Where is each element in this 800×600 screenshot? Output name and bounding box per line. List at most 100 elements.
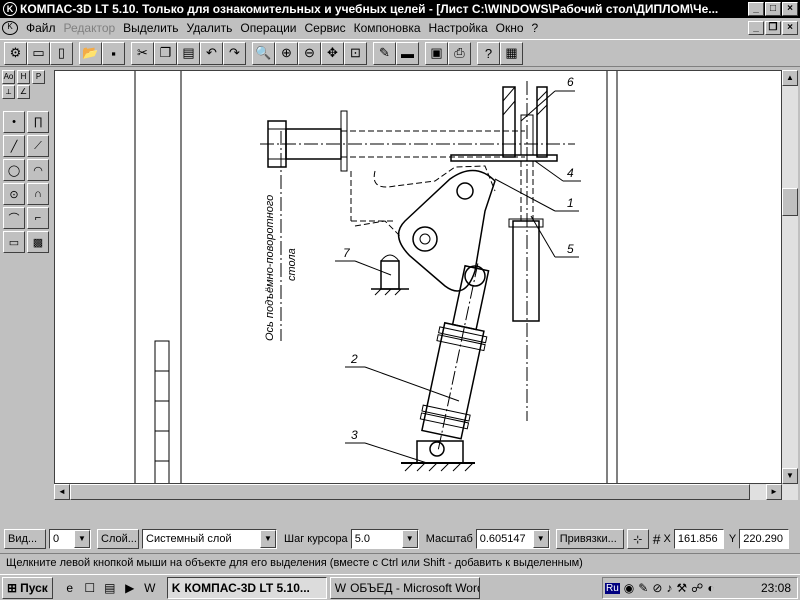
browser-icon[interactable]: e — [61, 579, 79, 597]
callout-2: 2 — [350, 352, 358, 366]
minimize-button[interactable]: _ — [748, 2, 764, 16]
clip-icon[interactable]: ⊘ — [652, 581, 662, 595]
kompas-icon[interactable]: K — [3, 2, 17, 16]
pan-icon[interactable]: ✥ — [321, 41, 344, 65]
menu-help[interactable]: ? — [528, 21, 543, 35]
tab-edit[interactable]: ∠ — [17, 85, 30, 99]
doc-restore-button[interactable]: ❐ — [765, 21, 781, 35]
network-icon[interactable]: ☍ — [691, 581, 703, 595]
pen-icon[interactable]: ✎ — [638, 581, 648, 595]
new-document-icon[interactable]: ▭ — [27, 41, 50, 65]
explorer-icon[interactable]: ▤ — [101, 579, 119, 597]
spline-tool-icon[interactable]: ∩ — [27, 183, 49, 205]
context-help-icon[interactable]: ? — [477, 41, 500, 65]
view-select[interactable]: 0 ▼ — [49, 529, 91, 549]
point-tool-icon[interactable]: • — [3, 111, 25, 133]
new-sheet-icon[interactable]: ▯ — [50, 41, 73, 65]
copy-icon[interactable]: ❐ — [154, 41, 177, 65]
word-icon[interactable]: W — [141, 579, 159, 597]
vertical-scroll-thumb[interactable] — [782, 188, 798, 216]
fillet-tool-icon[interactable]: ⌒ — [3, 207, 25, 229]
menu-file[interactable]: Файл — [22, 21, 60, 35]
regenerate-icon[interactable]: ✎ — [373, 41, 396, 65]
menu-settings[interactable]: Настройка — [425, 21, 492, 35]
x-coordinate-field[interactable]: 161.856 — [673, 529, 724, 549]
cursor-step-select[interactable]: 5.0 ▼ — [350, 529, 419, 549]
task-kompas-label: КОМПАС-3D LT 5.10... — [184, 580, 310, 595]
scroll-up-icon[interactable]: ▲ — [782, 70, 798, 86]
zoom-fit-icon[interactable]: ⊡ — [344, 41, 367, 65]
tab-dimensions[interactable]: Н — [17, 70, 30, 84]
doc-minimize-button[interactable]: _ — [748, 21, 764, 35]
horizontal-scroll-thumb[interactable] — [70, 484, 750, 500]
task-kompas[interactable]: K КОМПАС-3D LT 5.10... — [166, 576, 327, 599]
view-button[interactable]: Вид... — [4, 529, 46, 549]
maximize-button[interactable]: □ — [765, 2, 781, 16]
paste-icon[interactable]: ▤ — [177, 41, 200, 65]
ellipse-tool-icon[interactable]: ⊙ — [3, 183, 25, 205]
manager-icon[interactable]: ▦ — [500, 41, 523, 65]
desktop-icon[interactable]: ☐ — [81, 579, 99, 597]
dial-icon[interactable]: ◐ — [707, 581, 714, 595]
segment-tool-icon[interactable]: ⟋ — [27, 135, 49, 157]
print-icon[interactable]: ⎙ — [448, 41, 471, 65]
grid-icon[interactable]: # — [653, 531, 661, 547]
zoom-in-icon[interactable]: ⊕ — [275, 41, 298, 65]
snap-grid-icon[interactable]: ⊹ — [626, 529, 649, 549]
line-tool-icon[interactable]: ╱ — [3, 135, 25, 157]
volume-icon[interactable]: ♪ — [666, 581, 672, 595]
hatch-tool-icon[interactable]: ▩ — [27, 231, 49, 253]
horizontal-scrollbar[interactable]: ◄ ► — [54, 484, 798, 500]
scroll-down-icon[interactable]: ▼ — [782, 468, 798, 484]
open-folder-icon[interactable]: 📂 — [79, 41, 102, 65]
print-preview-icon[interactable]: ▣ — [425, 41, 448, 65]
zip-icon[interactable]: ◉ — [624, 581, 634, 595]
dropdown-arrow-icon[interactable]: ▼ — [532, 530, 549, 548]
drawing-canvas[interactable]: Ось подъёмно-поворотного стола 6 4 1 5 7… — [54, 70, 782, 484]
doc-close-button[interactable]: × — [782, 21, 798, 35]
media-icon[interactable]: ▶ — [121, 579, 139, 597]
save-icon[interactable]: ▪ — [102, 41, 125, 65]
vertical-scrollbar[interactable]: ▲ ▼ — [782, 70, 798, 484]
document-icon[interactable]: K — [2, 21, 18, 35]
y-coordinate-field[interactable]: 220.290 — [739, 529, 790, 549]
circle-tool-icon[interactable]: ◯ — [3, 159, 25, 181]
dropdown-arrow-icon[interactable]: ▼ — [401, 530, 418, 548]
axis-text-2: стола — [286, 248, 298, 281]
layers-icon[interactable]: ▬ — [396, 41, 419, 65]
tab-parameters[interactable]: Р — [32, 70, 45, 84]
rectangle-tool-icon[interactable]: ▭ — [3, 231, 25, 253]
tab-text[interactable]: Ао — [2, 70, 15, 84]
redo-icon[interactable]: ↷ — [223, 41, 246, 65]
clock[interactable]: 23:08 — [761, 581, 791, 595]
layer-select[interactable]: Системный слой ▼ — [142, 529, 277, 549]
scale-select[interactable]: 0.605147 ▼ — [475, 529, 550, 549]
chamfer-tool-icon[interactable]: ⌐ — [27, 207, 49, 229]
menu-layout[interactable]: Компоновка — [350, 21, 425, 35]
start-button[interactable]: ⊞ Пуск — [2, 576, 53, 599]
zoom-icon[interactable]: 🔍 — [252, 41, 275, 65]
dropdown-arrow-icon[interactable]: ▼ — [260, 530, 276, 548]
close-button[interactable]: × — [782, 2, 798, 16]
aux-line-icon[interactable]: ∏ — [27, 111, 49, 133]
task-word[interactable]: W ОБЪЕД - Microsoft Word — [329, 576, 480, 599]
tab-geometry[interactable]: ⟂ — [2, 85, 15, 99]
language-indicator[interactable]: Ru — [605, 582, 620, 594]
scroll-right-icon[interactable]: ► — [766, 484, 782, 500]
menu-delete[interactable]: Удалить — [183, 21, 237, 35]
scroll-left-icon[interactable]: ◄ — [54, 484, 70, 500]
menu-operations[interactable]: Операции — [236, 21, 300, 35]
cut-icon[interactable]: ✂ — [131, 41, 154, 65]
snaps-button[interactable]: Привязки... — [555, 529, 624, 549]
tool-icon[interactable]: ⚒ — [676, 581, 687, 595]
dropdown-arrow-icon[interactable]: ▼ — [74, 530, 90, 548]
undo-icon[interactable]: ↶ — [200, 41, 223, 65]
kompas-icon[interactable]: ⚙ — [4, 41, 27, 65]
menu-service[interactable]: Сервис — [301, 21, 350, 35]
menu-select[interactable]: Выделить — [119, 21, 182, 35]
menu-window[interactable]: Окно — [492, 21, 528, 35]
zoom-out-icon[interactable]: ⊖ — [298, 41, 321, 65]
arc-tool-icon[interactable]: ◠ — [27, 159, 49, 181]
menu-editor[interactable]: Редактор — [60, 21, 120, 35]
layer-button[interactable]: Слой... — [97, 529, 139, 549]
